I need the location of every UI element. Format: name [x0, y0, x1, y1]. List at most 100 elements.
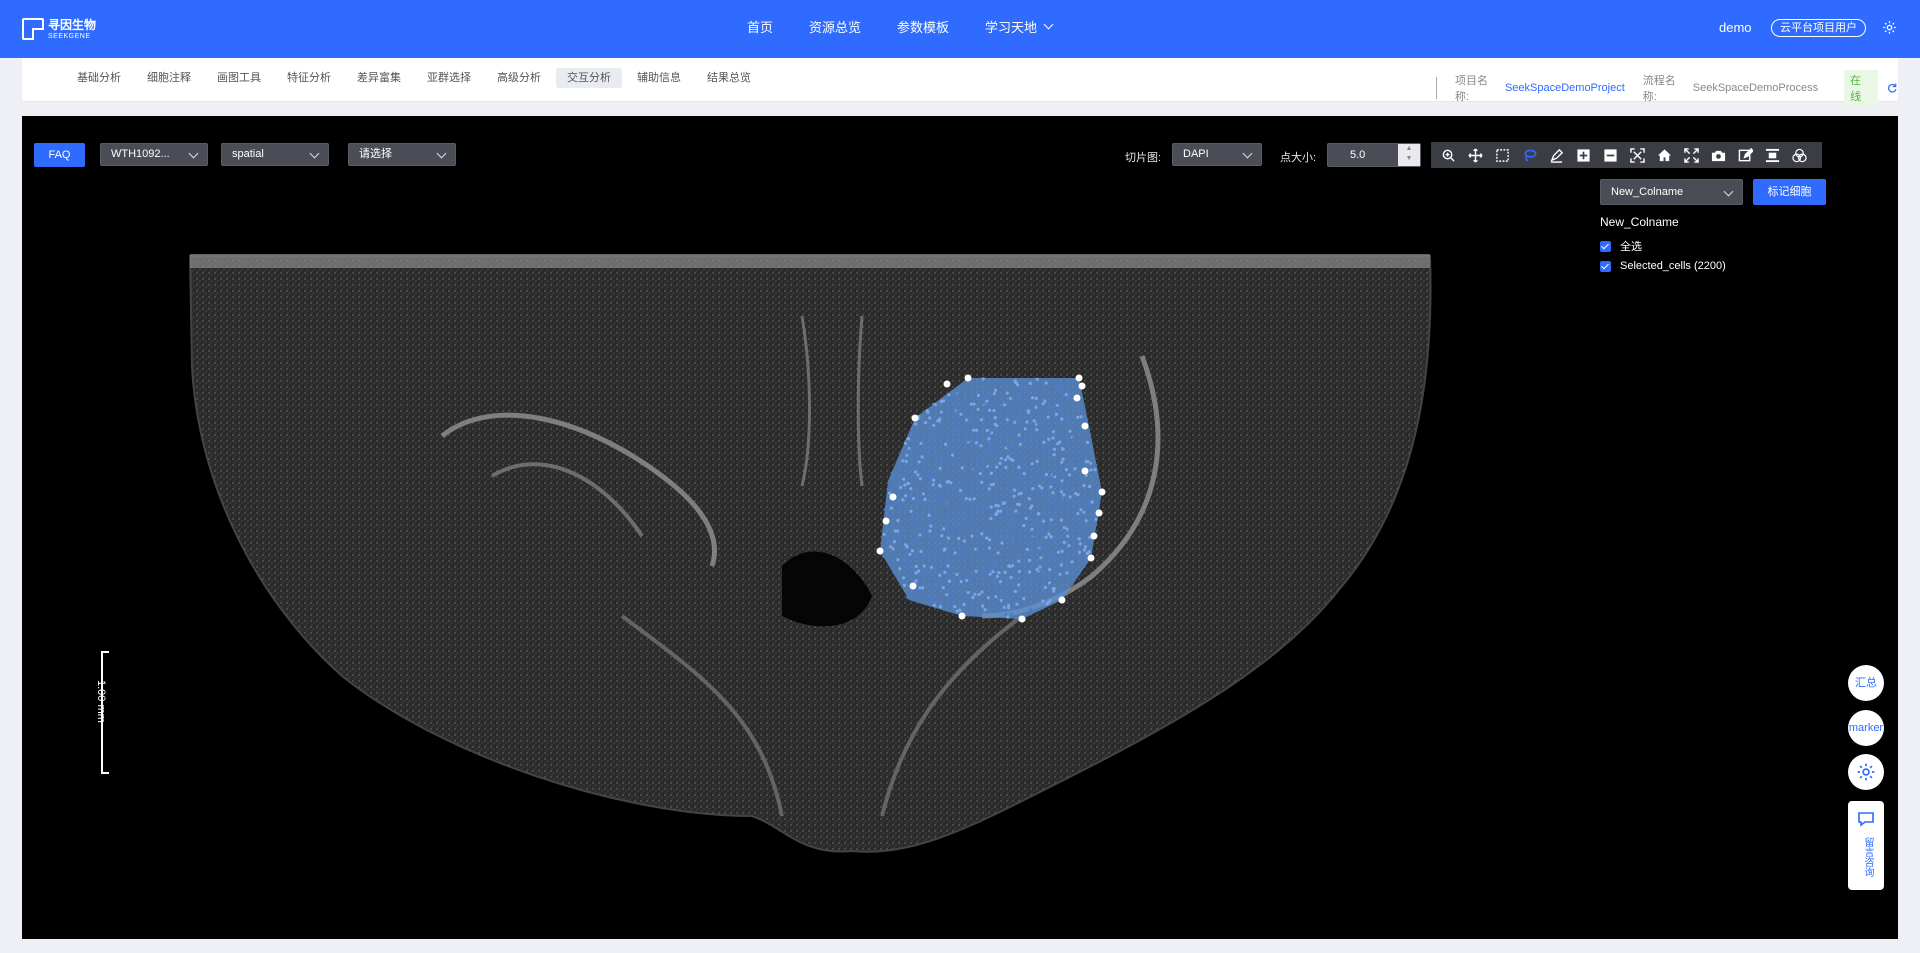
marker-button[interactable]: marker: [1848, 710, 1884, 746]
lasso-vertex[interactable]: [1075, 374, 1083, 382]
edit-icon[interactable]: [1732, 142, 1759, 168]
group-select-placeholder: 请选择: [359, 148, 392, 160]
legend-selected-cells[interactable]: Selected_cells (2200): [1600, 260, 1743, 272]
nav-resources[interactable]: 资源总览: [809, 17, 861, 36]
zoom-in-icon[interactable]: [1435, 142, 1462, 168]
cell-point: [908, 564, 912, 568]
lasso-vertex[interactable]: [911, 414, 919, 422]
summary-button[interactable]: 汇总: [1848, 665, 1884, 701]
cell-point: [918, 497, 923, 501]
legend-panel: New_Colname 标记细胞 New_Colname 全选 Selected…: [1600, 179, 1826, 272]
lasso-vertex[interactable]: [964, 374, 972, 382]
cell-point: [928, 416, 932, 420]
point-size-stepper[interactable]: ▲ ▼: [1398, 144, 1420, 166]
tab-interactive-analysis[interactable]: 交互分析: [556, 68, 622, 88]
refresh-icon[interactable]: [1886, 82, 1898, 94]
cell-point: [979, 418, 984, 422]
user-name[interactable]: demo: [1719, 20, 1752, 35]
cell-point: [1008, 532, 1012, 536]
select-all-checkbox[interactable]: [1600, 240, 1611, 252]
tab-feature-analysis[interactable]: 特征分析: [276, 68, 342, 88]
pan-icon[interactable]: [1462, 142, 1489, 168]
lasso-vertex[interactable]: [1087, 554, 1095, 562]
zoom-minus-icon[interactable]: [1597, 142, 1624, 168]
lasso-vertex[interactable]: [1095, 509, 1103, 517]
tab-basic-analysis[interactable]: 基础分析: [66, 68, 132, 88]
cell-point: [991, 570, 995, 574]
cell-point: [909, 487, 913, 491]
cell-point: [891, 477, 895, 481]
lasso-select-icon[interactable]: [1516, 142, 1543, 168]
lasso-vertex[interactable]: [1018, 615, 1026, 623]
lasso-vertex[interactable]: [943, 380, 951, 388]
embedding-select-value: spatial: [232, 148, 264, 160]
tab-results-overview[interactable]: 结果总览: [696, 68, 762, 88]
cell-point: [1057, 385, 1061, 389]
slice-select[interactable]: DAPI: [1172, 143, 1262, 166]
nav-home[interactable]: 首页: [747, 17, 773, 36]
spatial-viewer[interactable]: FAQ WTH1092... spatial 请选择 切片图: DAPI 点大小…: [22, 116, 1898, 939]
cell-point: [1013, 589, 1018, 593]
sample-select[interactable]: WTH1092...: [100, 143, 208, 166]
nav-learning[interactable]: 学习天地: [985, 17, 1054, 36]
align-icon[interactable]: [1759, 142, 1786, 168]
lasso-vertex[interactable]: [1081, 467, 1089, 475]
float-settings-button[interactable]: [1848, 754, 1884, 790]
cell-point: [1008, 521, 1012, 525]
colname-select[interactable]: New_Colname: [1600, 179, 1743, 205]
project-link[interactable]: SeekSpaceDemoProject: [1505, 82, 1625, 94]
lasso-vertex[interactable]: [1078, 382, 1086, 390]
cell-point: [974, 428, 979, 432]
tab-auxiliary-info[interactable]: 辅助信息: [626, 68, 692, 88]
contact-button[interactable]: 留言咨询: [1848, 801, 1884, 890]
cell-point: [916, 584, 920, 588]
cell-point: [905, 552, 909, 556]
lasso-vertex[interactable]: [882, 517, 890, 525]
lasso-vertex[interactable]: [1090, 532, 1098, 540]
cell-point: [941, 586, 946, 590]
cell-point: [935, 583, 939, 587]
tab-cell-annotation[interactable]: 细胞注释: [136, 68, 202, 88]
chevron-down-icon: [309, 148, 320, 159]
cell-point: [928, 529, 932, 533]
cell-point: [909, 592, 913, 596]
legend-select-all[interactable]: 全选: [1600, 238, 1743, 254]
tab-differential-enrichment[interactable]: 差异富集: [346, 68, 412, 88]
camera-icon[interactable]: [1705, 142, 1732, 168]
home-icon[interactable]: [1651, 142, 1678, 168]
group-select[interactable]: 请选择: [348, 143, 456, 166]
autoscale-icon[interactable]: [1624, 142, 1651, 168]
cell-point: [1063, 420, 1067, 425]
cell-point: [1047, 581, 1052, 585]
cell-point: [979, 394, 983, 398]
lasso-vertex[interactable]: [958, 612, 966, 620]
lasso-vertex[interactable]: [876, 547, 884, 555]
cell-point: [923, 497, 927, 501]
faq-button[interactable]: FAQ: [34, 143, 85, 167]
cell-point: [1012, 494, 1016, 498]
lasso-vertex[interactable]: [1058, 596, 1066, 604]
cell-point: [957, 557, 961, 561]
cell-point: [956, 392, 960, 396]
seekgene-logo[interactable]: 寻因生物 SEEKGENE: [22, 14, 96, 44]
tab-advanced-analysis[interactable]: 高级分析: [486, 68, 552, 88]
nav-templates[interactable]: 参数模板: [897, 17, 949, 36]
embedding-select[interactable]: spatial: [221, 143, 329, 166]
mark-cells-button[interactable]: 标记细胞: [1753, 179, 1826, 205]
lasso-vertex[interactable]: [1098, 488, 1106, 496]
venn-icon[interactable]: [1786, 142, 1813, 168]
lasso-vertex[interactable]: [909, 582, 917, 590]
tab-plot-tools[interactable]: 画图工具: [206, 68, 272, 88]
lasso-vertex[interactable]: [1081, 422, 1089, 430]
lasso-vertex[interactable]: [889, 493, 897, 501]
tab-subcluster-selection[interactable]: 亚群选择: [416, 68, 482, 88]
selected-cells-checkbox[interactable]: [1600, 260, 1611, 272]
box-select-icon[interactable]: [1489, 142, 1516, 168]
settings-gear-icon[interactable]: [1882, 20, 1897, 35]
point-size-input[interactable]: 5.0 ▲ ▼: [1327, 143, 1421, 167]
lasso-vertex[interactable]: [1073, 394, 1081, 402]
fullscreen-icon[interactable]: [1678, 142, 1705, 168]
cell-point: [920, 455, 924, 459]
zoom-plus-icon[interactable]: [1570, 142, 1597, 168]
draw-icon[interactable]: [1543, 142, 1570, 168]
